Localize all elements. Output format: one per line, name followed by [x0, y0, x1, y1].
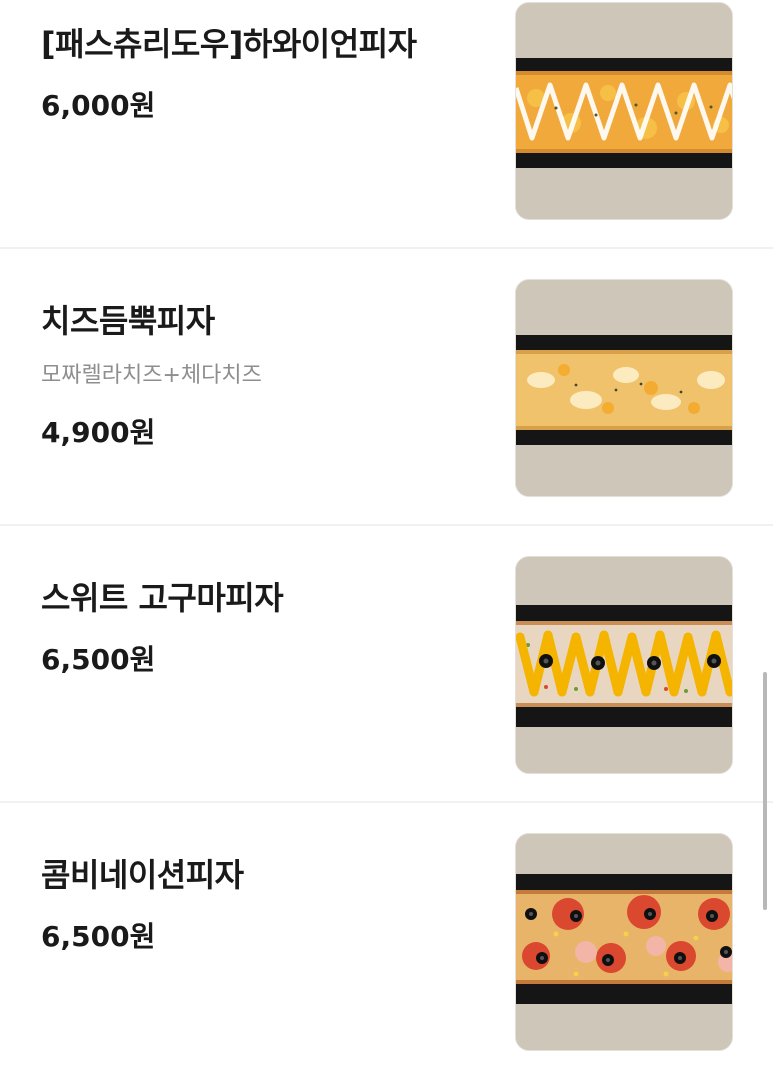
menu-item-price: 6,000원: [41, 89, 156, 122]
cheese-pizza-photo[interactable]: [515, 279, 733, 497]
combination-pizza-photo[interactable]: [515, 833, 733, 1051]
menu-item-price: 6,500원: [41, 643, 156, 676]
menu-item-text: 치즈듬뿍피자 모짜렐라치즈+체다치즈 4,900원: [41, 299, 481, 451]
pizza-image: [516, 557, 732, 773]
menu-list: [패스츄리도우]하와이언피자 6,000원 치즈듬뿍피자 모짜렐라치즈+체다치즈…: [0, 0, 773, 1080]
sweet-potato-pizza-photo[interactable]: [515, 556, 733, 774]
menu-item-text: [패스츄리도우]하와이언피자 6,000원: [41, 22, 481, 124]
menu-item-name: [패스츄리도우]하와이언피자: [41, 25, 417, 63]
scrollbar[interactable]: [763, 672, 767, 910]
menu-item-name: 치즈듬뿍피자: [41, 302, 215, 340]
menu-item-combination-pizza[interactable]: 콤비네이션피자 6,500원: [0, 803, 773, 1080]
menu-item-text: 스위트 고구마피자 6,500원: [41, 576, 481, 678]
menu-item-price: 4,900원: [41, 416, 156, 449]
pizza-image: [516, 834, 732, 1050]
menu-item-description: 모짜렐라치즈+체다치즈: [41, 363, 262, 388]
menu-item-sweet-potato-pizza[interactable]: 스위트 고구마피자 6,500원: [0, 526, 773, 803]
pizza-image: [516, 3, 732, 219]
menu-item-name: 콤비네이션피자: [41, 856, 244, 894]
menu-item-text: 콤비네이션피자 6,500원: [41, 853, 481, 955]
menu-item-price: 6,500원: [41, 920, 156, 953]
pizza-image: [516, 280, 732, 496]
menu-item-name: 스위트 고구마피자: [41, 579, 284, 617]
menu-item-hawaiian-pizza[interactable]: [패스츄리도우]하와이언피자 6,000원: [0, 0, 773, 249]
menu-item-cheese-pizza[interactable]: 치즈듬뿍피자 모짜렐라치즈+체다치즈 4,900원: [0, 249, 773, 526]
hawaiian-pizza-photo[interactable]: [515, 2, 733, 220]
